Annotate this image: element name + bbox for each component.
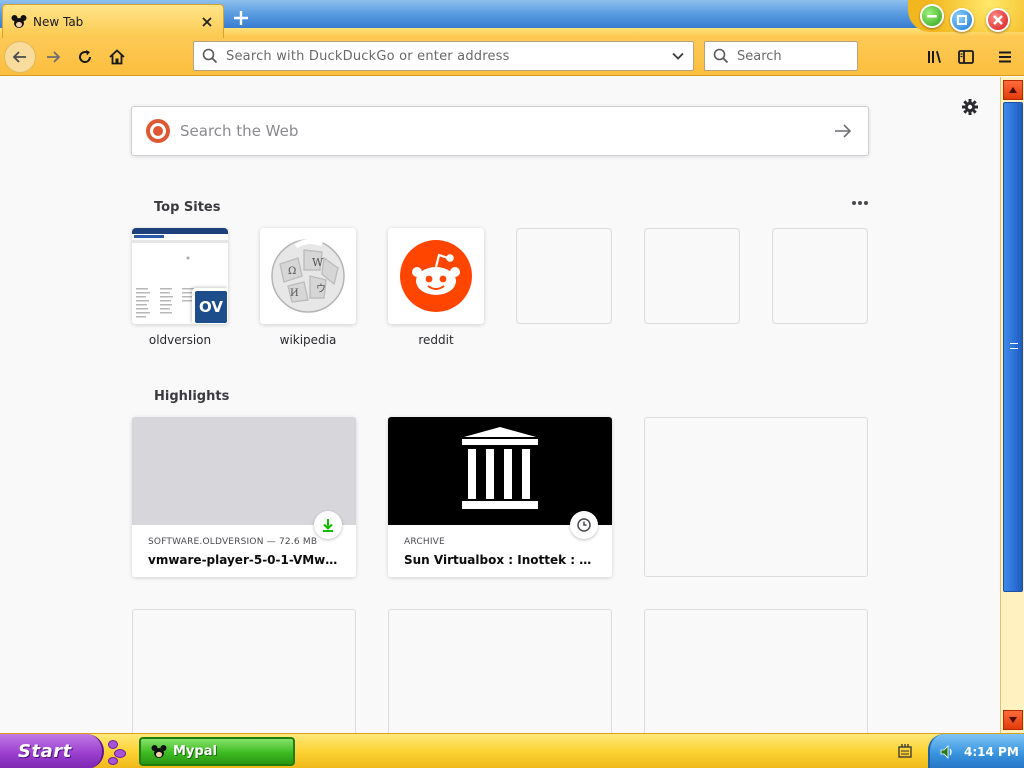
top-site-thumbnail: OV [132,228,228,324]
minimize-button[interactable] [920,4,944,28]
back-arrow-icon [12,51,26,63]
maximize-button[interactable] [950,8,974,32]
download-icon [314,511,342,539]
reddit-logo-icon [388,228,484,324]
library-button[interactable] [920,42,950,72]
arrow-right-icon[interactable] [832,120,854,142]
top-site-label: wikipedia [279,333,337,347]
empty-tile [644,228,740,324]
chevron-down-icon[interactable] [671,49,685,63]
svg-text:W: W [312,256,324,269]
scroll-up-button[interactable] [1003,80,1023,100]
address-bar[interactable]: Search with DuckDuckGo or enter address [193,41,694,71]
top-site-thumbnail [388,228,484,324]
duckduckgo-logo-icon [146,119,170,143]
menu-button[interactable] [990,42,1020,72]
taskbar-app-mypal[interactable]: Mypal [139,737,295,766]
home-button[interactable] [102,42,132,72]
library-icon [928,51,941,63]
system-tray: 4:14 PM [928,734,1024,768]
forward-arrow-icon [47,51,61,63]
hamburger-menu-icon [999,51,1011,63]
volume-tray-icon[interactable] [938,743,956,761]
internet-archive-logo-icon [462,427,538,509]
highlight-empty-slot [388,609,612,733]
highlight-card-virtualbox[interactable]: ARCHIVE Sun Virtualbox : Inottek : Free … [388,417,612,577]
highlight-title: Sun Virtualbox : Inottek : Free D... [404,553,596,567]
sidebar-toggle-button[interactable] [951,42,981,72]
scroll-thumb[interactable] [1003,102,1023,592]
sidebar-icon [958,50,974,64]
tab-new-tab[interactable]: New Tab [2,4,224,38]
address-bar-placeholder: Search with DuckDuckGo or enter address [226,48,510,64]
web-search-box[interactable]: Search the Web [131,106,869,156]
oldversion-badge: OV [195,291,227,323]
highlight-thumbnail [132,417,356,525]
window-close-button[interactable] [986,8,1010,32]
top-site-empty-slot[interactable] [772,228,868,333]
highlight-context: SOFTWARE.OLDVERSION — 72.6 MB [148,537,318,547]
start-decoration-icon [106,738,132,766]
top-site-empty-slot[interactable] [644,228,740,333]
top-site-reddit[interactable]: reddit [388,228,484,347]
empty-tile [772,228,868,324]
top-sites-heading: Top Sites [154,200,221,215]
highlights-heading: Highlights [154,389,230,404]
scroll-grip-icon [1010,343,1018,349]
highlight-context: ARCHIVE [404,537,445,547]
search-bar-placeholder: Search [737,48,782,64]
back-button[interactable] [4,41,36,73]
home-icon [109,49,125,65]
search-bar[interactable]: Search [704,41,858,71]
tab-title: New Tab [33,14,84,29]
reload-button[interactable] [70,42,100,72]
close-icon[interactable] [199,14,215,30]
clock-icon [570,511,598,539]
navigation-toolbar: Search with DuckDuckGo or enter address … [0,38,1024,76]
highlight-thumbnail [388,417,612,525]
scroll-down-button[interactable] [1003,710,1023,730]
new-tab-page: Search the Web Top Sites OV oldversion Ω… [0,77,1000,733]
title-bar: New Tab [0,0,1024,38]
highlight-empty-slot [644,417,868,577]
more-options-icon[interactable] [850,195,870,211]
svg-text:И: И [290,288,299,299]
top-site-label: reddit [418,333,454,347]
forward-button[interactable] [38,42,68,72]
network-tray-icon[interactable] [896,742,914,760]
svg-text:ウ: ウ [316,283,326,295]
site-badge: OV [192,288,228,324]
mouse-app-icon [151,744,167,758]
top-site-wikipedia[interactable]: Ω W И ウ wikipedia [260,228,356,347]
top-site-thumbnail: Ω W И ウ [260,228,356,324]
search-icon [713,48,729,64]
highlight-empty-slot [132,609,356,733]
highlight-empty-slot [644,609,868,733]
vertical-scrollbar[interactable] [1000,77,1024,733]
top-site-oldversion[interactable]: OV oldversion [132,228,228,347]
svg-text:Ω: Ω [288,266,296,277]
web-search-placeholder: Search the Web [180,122,299,140]
reload-icon [79,50,92,63]
start-label: Start [18,741,72,762]
highlight-card-vmware[interactable]: SOFTWARE.OLDVERSION — 72.6 MB vmware-pla… [132,417,356,577]
clock[interactable]: 4:14 PM [964,745,1019,759]
empty-tile [516,228,612,324]
highlight-title: vmware-player-5-0-1-VMware-... [148,553,340,567]
taskbar-app-label: Mypal [173,744,217,759]
top-site-label: oldversion [148,333,212,347]
wikipedia-globe-icon: Ω W И ウ [260,228,356,324]
start-button[interactable]: Start [0,734,104,768]
new-tab-button[interactable] [228,6,254,30]
mouse-favicon-icon [11,14,27,30]
search-icon [202,48,218,64]
gear-icon[interactable] [960,97,980,117]
window-controls [908,0,1024,38]
taskbar: Start Mypal 4:14 PM [0,733,1024,768]
top-site-empty-slot[interactable] [516,228,612,333]
